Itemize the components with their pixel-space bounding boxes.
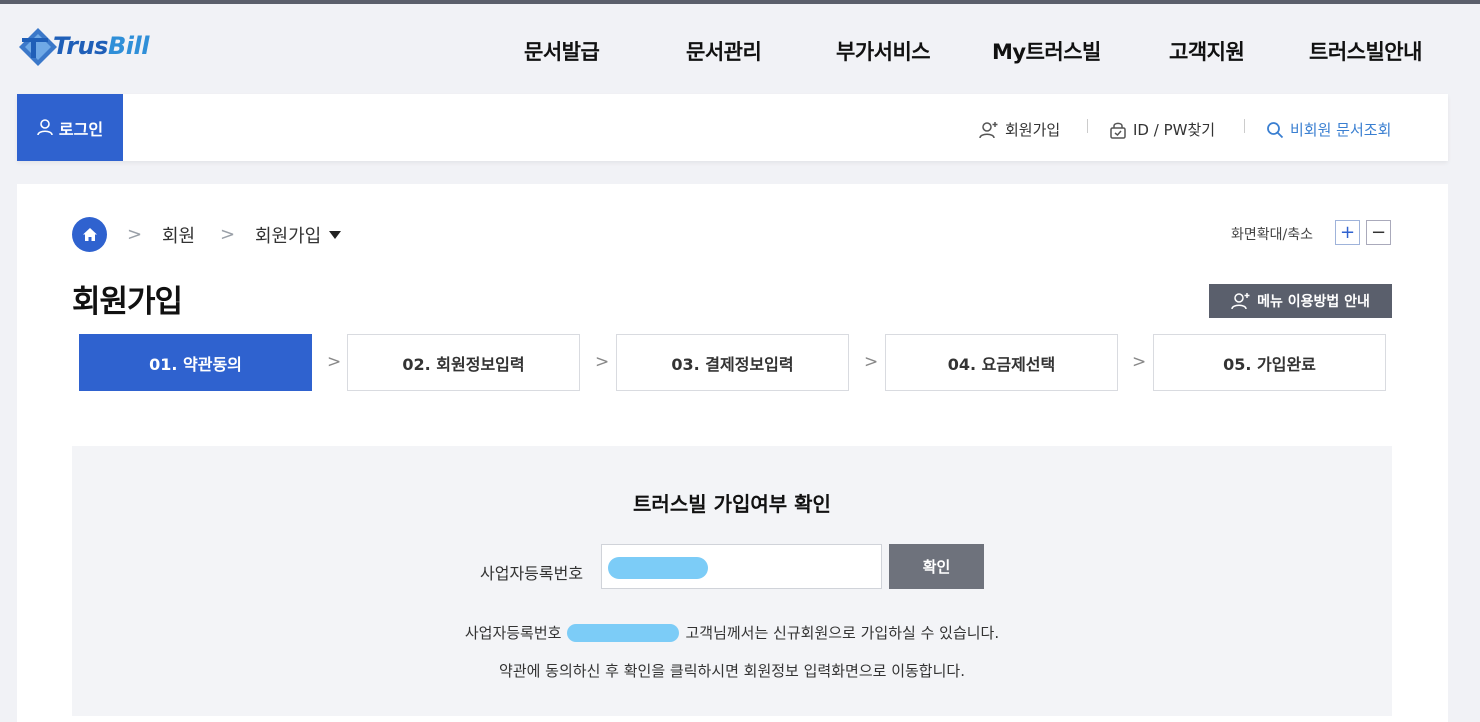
eligibility-suffix: 고객님께서는 신규회원으로 가입하실 수 있습니다. (685, 624, 1000, 642)
step-chevron-icon: > (327, 352, 342, 372)
breadcrumb-chevron-icon: > (220, 224, 236, 245)
step-chevron-icon: > (595, 352, 610, 372)
nav-item-document-issue[interactable]: 문서발급 (524, 36, 600, 66)
nav-item-trusbill-info[interactable]: 트러스빌안내 (1309, 36, 1422, 66)
eligibility-message: 사업자등록번호 고객님께서는 신규회원으로 가입하실 수 있습니다. (72, 622, 1392, 643)
lock-icon (1110, 122, 1126, 139)
business-number-label: 사업자등록번호 (480, 564, 584, 583)
step-chevron-icon: > (864, 352, 879, 372)
util-divider (1087, 119, 1088, 133)
nav-item-document-manage[interactable]: 문서관리 (686, 36, 762, 66)
confirm-button[interactable]: 확인 (889, 544, 984, 589)
caret-down-icon (329, 231, 342, 239)
step-payment-info: 03. 결제정보입력 (616, 334, 849, 391)
breadcrumb-signup-label: 회원가입 (255, 226, 322, 247)
menu-guide-label: 메뉴 이용방법 안내 (1257, 294, 1370, 310)
nav-item-extra-services[interactable]: 부가서비스 (836, 36, 931, 66)
logo-text: TrusBill (53, 32, 149, 60)
top-strip (0, 0, 1480, 4)
instruction-message: 약관에 동의하신 후 확인을 클릭하시면 회원정보 입력화면으로 이동합니다. (499, 662, 965, 680)
find-label: ID / PW찾기 (1133, 121, 1216, 139)
eligibility-prefix: 사업자등록번호 (464, 624, 562, 642)
user-add-icon (979, 121, 998, 138)
nav-item-customer-support[interactable]: 고객지원 (1169, 36, 1245, 66)
login-label: 로그인 (58, 119, 104, 139)
business-number-input[interactable] (601, 544, 882, 589)
step-plan-select: 04. 요금제선택 (885, 334, 1118, 391)
zoom-label: 화면확대/축소 (1231, 227, 1313, 243)
user-add-icon (1231, 293, 1250, 310)
nav-item-my-trusbill[interactable]: My트러스빌 (992, 36, 1101, 66)
trusbill-logo[interactable]: TrusBill (17, 24, 167, 68)
guest-document-lookup-link[interactable]: 비회원 문서조회 (1266, 119, 1391, 140)
signup-link[interactable]: 회원가입 (979, 119, 1060, 140)
page-title: 회원가입 (72, 284, 183, 320)
zoom-out-button[interactable]: − (1366, 220, 1391, 245)
menu-guide-button[interactable]: 메뉴 이용방법 안내 (1209, 284, 1392, 318)
step-chevron-icon: > (1132, 352, 1147, 372)
signup-label: 회원가입 (1005, 121, 1061, 139)
search-icon (1267, 121, 1284, 138)
user-icon (37, 119, 53, 136)
guest-lookup-label: 비회원 문서조회 (1290, 121, 1392, 139)
check-title: 트러스빌 가입여부 확인 (633, 492, 831, 516)
home-icon (82, 228, 97, 241)
breadcrumb-signup-dropdown[interactable]: 회원가입 (255, 222, 342, 248)
home-button[interactable] (72, 217, 107, 252)
step-member-info: 02. 회원정보입력 (347, 334, 580, 391)
breadcrumb-chevron-icon: > (127, 224, 143, 245)
breadcrumb-member[interactable]: 회원 (162, 222, 195, 248)
content-panel: > 회원 > 회원가입 화면확대/축소 + − 회원가입 메뉴 이용방법 안내 … (17, 184, 1448, 722)
zoom-in-button[interactable]: + (1335, 220, 1360, 245)
login-bar: 로그인 회원가입 ID / PW찾기 비회원 문서조회 (17, 94, 1448, 161)
redacted-value (608, 557, 708, 579)
step-terms-agreement: 01. 약관동의 (79, 334, 312, 391)
util-divider (1244, 119, 1245, 133)
find-id-pw-link[interactable]: ID / PW찾기 (1109, 119, 1215, 140)
step-complete: 05. 가입완료 (1153, 334, 1386, 391)
membership-check-box: 트러스빌 가입여부 확인 사업자등록번호 확인 사업자등록번호 고객님께서는 신… (72, 446, 1392, 716)
redacted-value (567, 623, 680, 642)
login-button[interactable]: 로그인 (17, 94, 123, 161)
